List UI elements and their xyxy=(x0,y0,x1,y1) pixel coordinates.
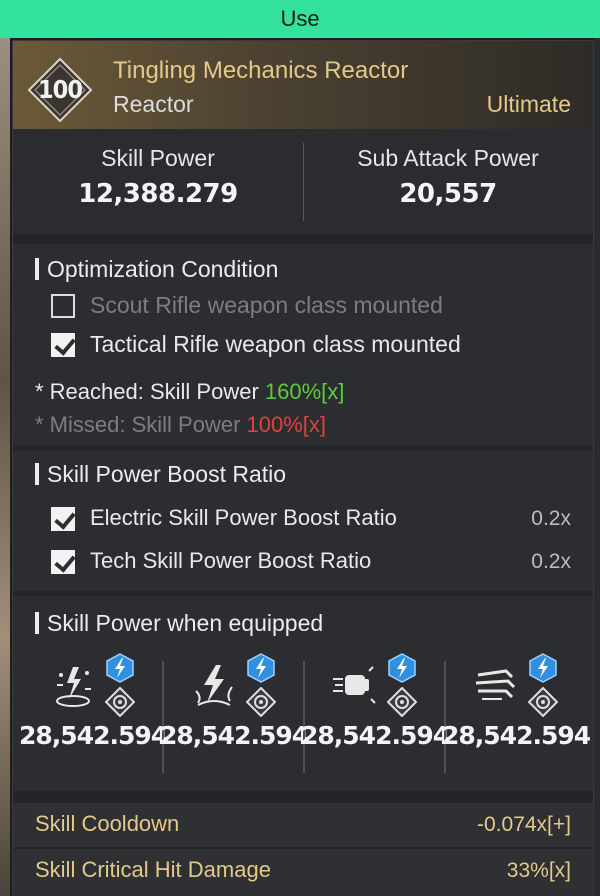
stat-value: 33%[x] xyxy=(506,859,571,882)
scrollbar-track[interactable] xyxy=(594,38,600,896)
equipped-skill-cell[interactable]: 28,542.594 xyxy=(301,653,450,765)
stat-label: Skill Critical Hit Damage xyxy=(35,857,271,882)
tech-icon xyxy=(387,687,417,717)
tech-icon xyxy=(105,687,135,717)
crit-damage-stat-row: Skill Critical Hit Damage 33%[x] xyxy=(13,849,593,896)
tech-icon xyxy=(246,687,276,717)
stat-label: Skill Cooldown xyxy=(35,811,180,836)
claw-skill-icon xyxy=(475,669,516,700)
condition-label: Scout Rifle weapon class mounted xyxy=(90,292,443,318)
unchecked-checkbox xyxy=(51,294,75,318)
section-title: Skill Power Boost Ratio xyxy=(35,461,286,488)
section-title: Optimization Condition xyxy=(35,256,278,283)
equipped-skill-power: 28,542.594 xyxy=(19,721,168,750)
reached-value: 160%[x] xyxy=(264,379,345,404)
module-tier: Ultimate xyxy=(486,91,571,117)
equipped-skill-power: 28,542.594 xyxy=(160,721,309,750)
module-tooltip-panel: 100 Tingling Mechanics Reactor Reactor U… xyxy=(12,40,594,896)
use-button[interactable]: Use xyxy=(0,0,600,38)
equipped-skill-cell[interactable]: 28,542.594 xyxy=(160,653,309,765)
missed-note: * Missed: Skill Power 100%[x] xyxy=(35,412,326,438)
boost-value: 0.2x xyxy=(531,507,571,530)
boost-ratio-section: Skill Power Boost Ratio Electric Skill P… xyxy=(13,451,593,591)
reached-note: * Reached: Skill Power 160%[x] xyxy=(35,379,344,405)
condition-label: Tactical Rifle weapon class mounted xyxy=(90,331,461,357)
optimization-section: Optimization Condition Scout Rifle weapo… xyxy=(13,244,593,446)
module-name: Tingling Mechanics Reactor xyxy=(113,57,409,84)
stat-value: -0.074x[+] xyxy=(477,813,571,836)
skill-power-label: Skill Power xyxy=(101,145,215,171)
background-edge xyxy=(0,38,10,896)
module-type: Reactor xyxy=(113,91,194,117)
title-bar xyxy=(35,463,39,485)
sub-attack-stat: Sub Attack Power 20,557 xyxy=(303,129,593,234)
fist-skill-icon xyxy=(333,666,376,704)
equipped-skill-cell[interactable]: 28,542.594 xyxy=(19,653,168,765)
electric-icon xyxy=(247,653,275,683)
title-bar xyxy=(35,258,39,280)
boost-value: 0.2x xyxy=(531,550,571,573)
optimization-title: Optimization Condition xyxy=(47,256,279,282)
checked-checkbox xyxy=(51,550,75,574)
base-stats: Skill Power 12,388.279 Sub Attack Power … xyxy=(13,129,593,234)
module-level: 100 xyxy=(38,75,83,104)
checked-checkbox xyxy=(51,333,75,357)
sub-attack-label: Sub Attack Power xyxy=(357,145,539,171)
missed-label: * Missed: Skill Power xyxy=(35,412,247,437)
missed-value: 100%[x] xyxy=(246,412,327,437)
electric-icon xyxy=(529,653,557,683)
equipped-title: Skill Power when equipped xyxy=(47,610,324,636)
section-title: Skill Power when equipped xyxy=(35,610,323,637)
electric-icon xyxy=(106,653,134,683)
skill-power-value: 12,388.279 xyxy=(78,179,238,209)
module-header: 100 Tingling Mechanics Reactor Reactor U… xyxy=(13,41,593,129)
boost-label: Electric Skill Power Boost Ratio xyxy=(90,505,397,530)
checked-checkbox xyxy=(51,507,75,531)
electric-icon xyxy=(388,653,416,683)
sub-attack-value: 20,557 xyxy=(399,179,497,209)
equipped-skill-cell[interactable]: 28,542.594 xyxy=(442,653,591,765)
cooldown-stat-row: Skill Cooldown -0.074x[+] xyxy=(13,803,593,847)
tech-icon xyxy=(528,687,558,717)
reached-label: * Reached: Skill Power xyxy=(35,379,265,404)
skill-power-stat: Skill Power 12,388.279 xyxy=(13,129,303,234)
equipped-skill-power: 28,542.594 xyxy=(301,721,450,750)
title-bar xyxy=(35,612,39,634)
boost-ratio-title: Skill Power Boost Ratio xyxy=(47,461,287,487)
boost-label: Tech Skill Power Boost Ratio xyxy=(90,548,372,573)
equipped-skill-power: 28,542.594 xyxy=(442,721,591,750)
electric-burst-skill-icon xyxy=(56,667,91,707)
module-level-badge: 100 xyxy=(27,57,93,123)
thunder-strike-skill-icon xyxy=(195,665,233,706)
